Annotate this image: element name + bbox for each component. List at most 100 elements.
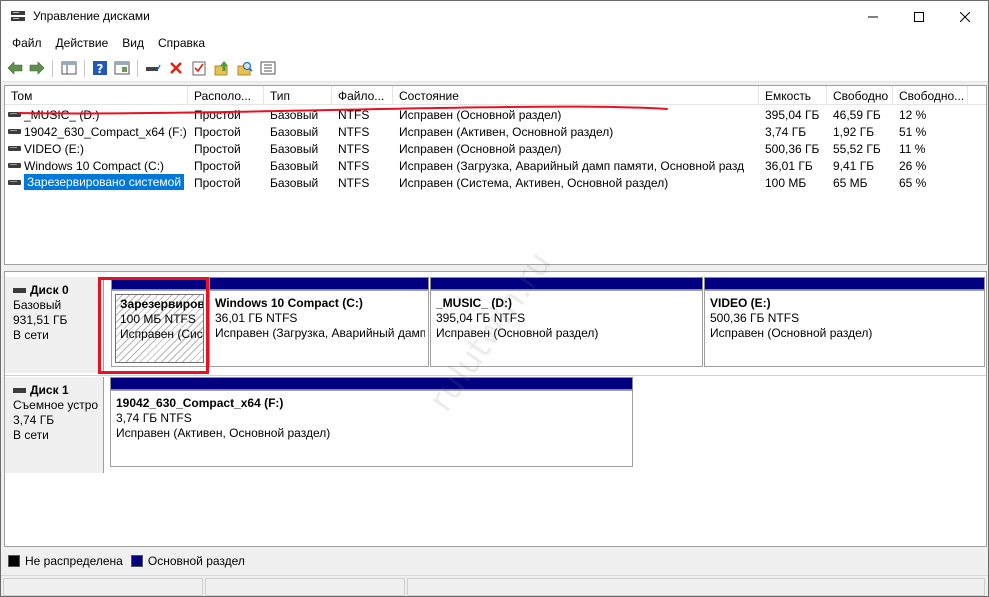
checklist-button[interactable] xyxy=(189,58,209,78)
volume-free-percent: 11 % xyxy=(899,142,926,156)
volume-row[interactable]: Windows 10 Compact (C:) Простой Базовый … xyxy=(5,157,986,174)
disk-row-1: Диск 1 Съемное устро 3,74 ГБ В сети 1904… xyxy=(5,377,986,473)
disk-icon xyxy=(13,388,26,393)
column-header-free-percent[interactable]: Свободно... xyxy=(893,86,968,105)
partition-size: 500,36 ГБ NTFS xyxy=(710,311,800,325)
disk-1-size: 3,74 ГБ xyxy=(13,413,55,427)
volume-layout: Простой xyxy=(194,176,241,190)
disk-0-label[interactable]: Диск 0 Базовый 931,51 ГБ В сети xyxy=(5,277,104,373)
volume-type: Базовый xyxy=(270,176,319,190)
disk-1-status: В сети xyxy=(13,428,49,442)
partition-name: 19042_630_Compact_x64 (F:) xyxy=(116,396,284,410)
partition-name: _MUSIC_ (D:) xyxy=(436,296,513,310)
volume-free: 46,59 ГБ xyxy=(833,108,881,122)
disk-1-type: Съемное устро xyxy=(13,398,99,412)
partition-body: _MUSIC_ (D:) 395,04 ГБ NTFS Исправен (Ос… xyxy=(430,290,703,367)
minimize-button[interactable] xyxy=(850,1,896,32)
status-bar xyxy=(1,575,988,596)
partition-body: VIDEO (E:) 500,36 ГБ NTFS Исправен (Осно… xyxy=(704,290,985,367)
menu-bar: Файл Действие Вид Справка xyxy=(1,32,988,54)
partition-bar xyxy=(110,377,633,390)
red-box-annotation xyxy=(98,277,209,374)
partition-bar xyxy=(704,277,985,290)
delete-button[interactable] xyxy=(166,58,186,78)
volume-capacity: 500,36 ГБ xyxy=(765,142,820,156)
checklist-icon xyxy=(192,61,206,76)
disk-1-label[interactable]: Диск 1 Съемное устро 3,74 ГБ В сети xyxy=(5,377,104,473)
volume-filesystem: NTFS xyxy=(338,159,370,173)
close-icon xyxy=(960,11,970,22)
menu-help[interactable]: Справка xyxy=(151,32,212,54)
disk-management-app-icon xyxy=(10,9,26,23)
partition-status: Исправен (Активен, Основной раздел) xyxy=(116,426,331,440)
menu-action[interactable]: Действие xyxy=(49,32,116,54)
search-volume-button[interactable] xyxy=(235,58,255,78)
partition-music-d[interactable]: _MUSIC_ (D:) 395,04 ГБ NTFS Исправен (Ос… xyxy=(430,277,703,367)
volume-free-percent: 12 % xyxy=(899,108,927,122)
legend-primary: Основной раздел xyxy=(130,554,245,568)
partition-bar xyxy=(209,277,429,290)
up-folder-icon xyxy=(214,61,228,76)
partition-status: Исправен (Основной раздел) xyxy=(710,326,873,340)
disk-0-size: 931,51 ГБ xyxy=(13,313,68,327)
legend-swatch xyxy=(8,555,20,567)
partition-status: Исправен (Загрузка, Аварийный дамп xyxy=(215,326,425,340)
legend-label: Не распределена xyxy=(25,554,123,568)
disk-0-title: Диск 0 xyxy=(13,283,103,298)
volume-name: Windows 10 Compact (C:) xyxy=(24,159,165,173)
volume-row[interactable]: VIDEO (E:) Простой Базовый NTFS Исправен… xyxy=(5,140,986,157)
legend-unallocated: Не распределена xyxy=(8,554,123,568)
back-button[interactable] xyxy=(5,58,25,78)
volume-filesystem: NTFS xyxy=(338,142,370,156)
forward-button[interactable] xyxy=(27,58,47,78)
export-list-button[interactable] xyxy=(112,58,132,78)
volume-row[interactable]: 19042_630_Compact_x64 (F:) Простой Базов… xyxy=(5,123,986,140)
menu-file[interactable]: Файл xyxy=(5,32,49,54)
volume-free: 1,92 ГБ xyxy=(833,125,875,139)
help-button[interactable]: ? xyxy=(90,58,110,78)
disk-0-type: Базовый xyxy=(13,298,62,312)
close-button[interactable] xyxy=(942,1,988,32)
back-arrow-icon xyxy=(7,61,23,75)
partition-video-e[interactable]: VIDEO (E:) 500,36 ГБ NTFS Исправен (Осно… xyxy=(704,277,985,367)
disk-0-partitions: Зарезервиров 100 МБ NTFS Исправен (Сис W… xyxy=(104,277,986,373)
partition-windows-c[interactable]: Windows 10 Compact (C:) 36,01 ГБ NTFS Ис… xyxy=(209,277,429,367)
partition-size: 395,04 ГБ NTFS xyxy=(436,311,526,325)
partition-name: Windows 10 Compact (C:) xyxy=(215,296,363,310)
column-header-free[interactable]: Свободно xyxy=(827,86,893,105)
title-bar[interactable]: Управление дисками xyxy=(1,1,988,32)
disk-1-partitions: 19042_630_Compact_x64 (F:) 3,74 ГБ NTFS … xyxy=(104,377,986,473)
status-segment xyxy=(407,578,985,596)
connect-drive-button[interactable] xyxy=(143,58,163,78)
toolbar-separator xyxy=(137,60,138,77)
red-underline-annotation xyxy=(18,105,668,115)
partition-compact-f[interactable]: 19042_630_Compact_x64 (F:) 3,74 ГБ NTFS … xyxy=(110,377,633,467)
column-header-capacity[interactable]: Емкость xyxy=(759,86,827,105)
volume-layout: Простой xyxy=(194,159,241,173)
forward-arrow-icon xyxy=(29,61,45,75)
volume-row-selected[interactable]: Зарезервировано системой Простой Базовый… xyxy=(5,174,986,191)
up-folder-button[interactable] xyxy=(212,58,232,78)
partition-body: 19042_630_Compact_x64 (F:) 3,74 ГБ NTFS … xyxy=(110,390,633,467)
status-segment xyxy=(3,578,203,596)
maximize-icon xyxy=(914,11,924,22)
partition-name: VIDEO (E:) xyxy=(710,296,771,310)
help-icon: ? xyxy=(93,61,107,76)
properties-button[interactable] xyxy=(258,58,278,78)
partition-status: Исправен (Основной раздел) xyxy=(436,326,599,340)
volume-layout: Простой xyxy=(194,125,241,139)
maximize-button[interactable] xyxy=(896,1,942,32)
disk-icon xyxy=(13,288,26,293)
legend-swatch xyxy=(130,555,143,567)
disk-1-title: Диск 1 xyxy=(13,383,103,398)
volume-type: Базовый xyxy=(270,125,319,139)
partition-body: Windows 10 Compact (C:) 36,01 ГБ NTFS Ис… xyxy=(209,290,429,367)
volume-status: Исправен (Активен, Основной раздел) xyxy=(399,125,614,139)
partition-size: 3,74 ГБ NTFS xyxy=(116,411,192,425)
volume-capacity: 395,04 ГБ xyxy=(765,108,820,122)
console-tree-button[interactable] xyxy=(59,58,79,78)
partition-info: _MUSIC_ (D:) 395,04 ГБ NTFS Исправен (Ос… xyxy=(434,294,699,363)
console-tree-icon xyxy=(61,61,77,75)
menu-view[interactable]: Вид xyxy=(115,32,151,54)
volume-name: VIDEO (E:) xyxy=(24,142,85,156)
